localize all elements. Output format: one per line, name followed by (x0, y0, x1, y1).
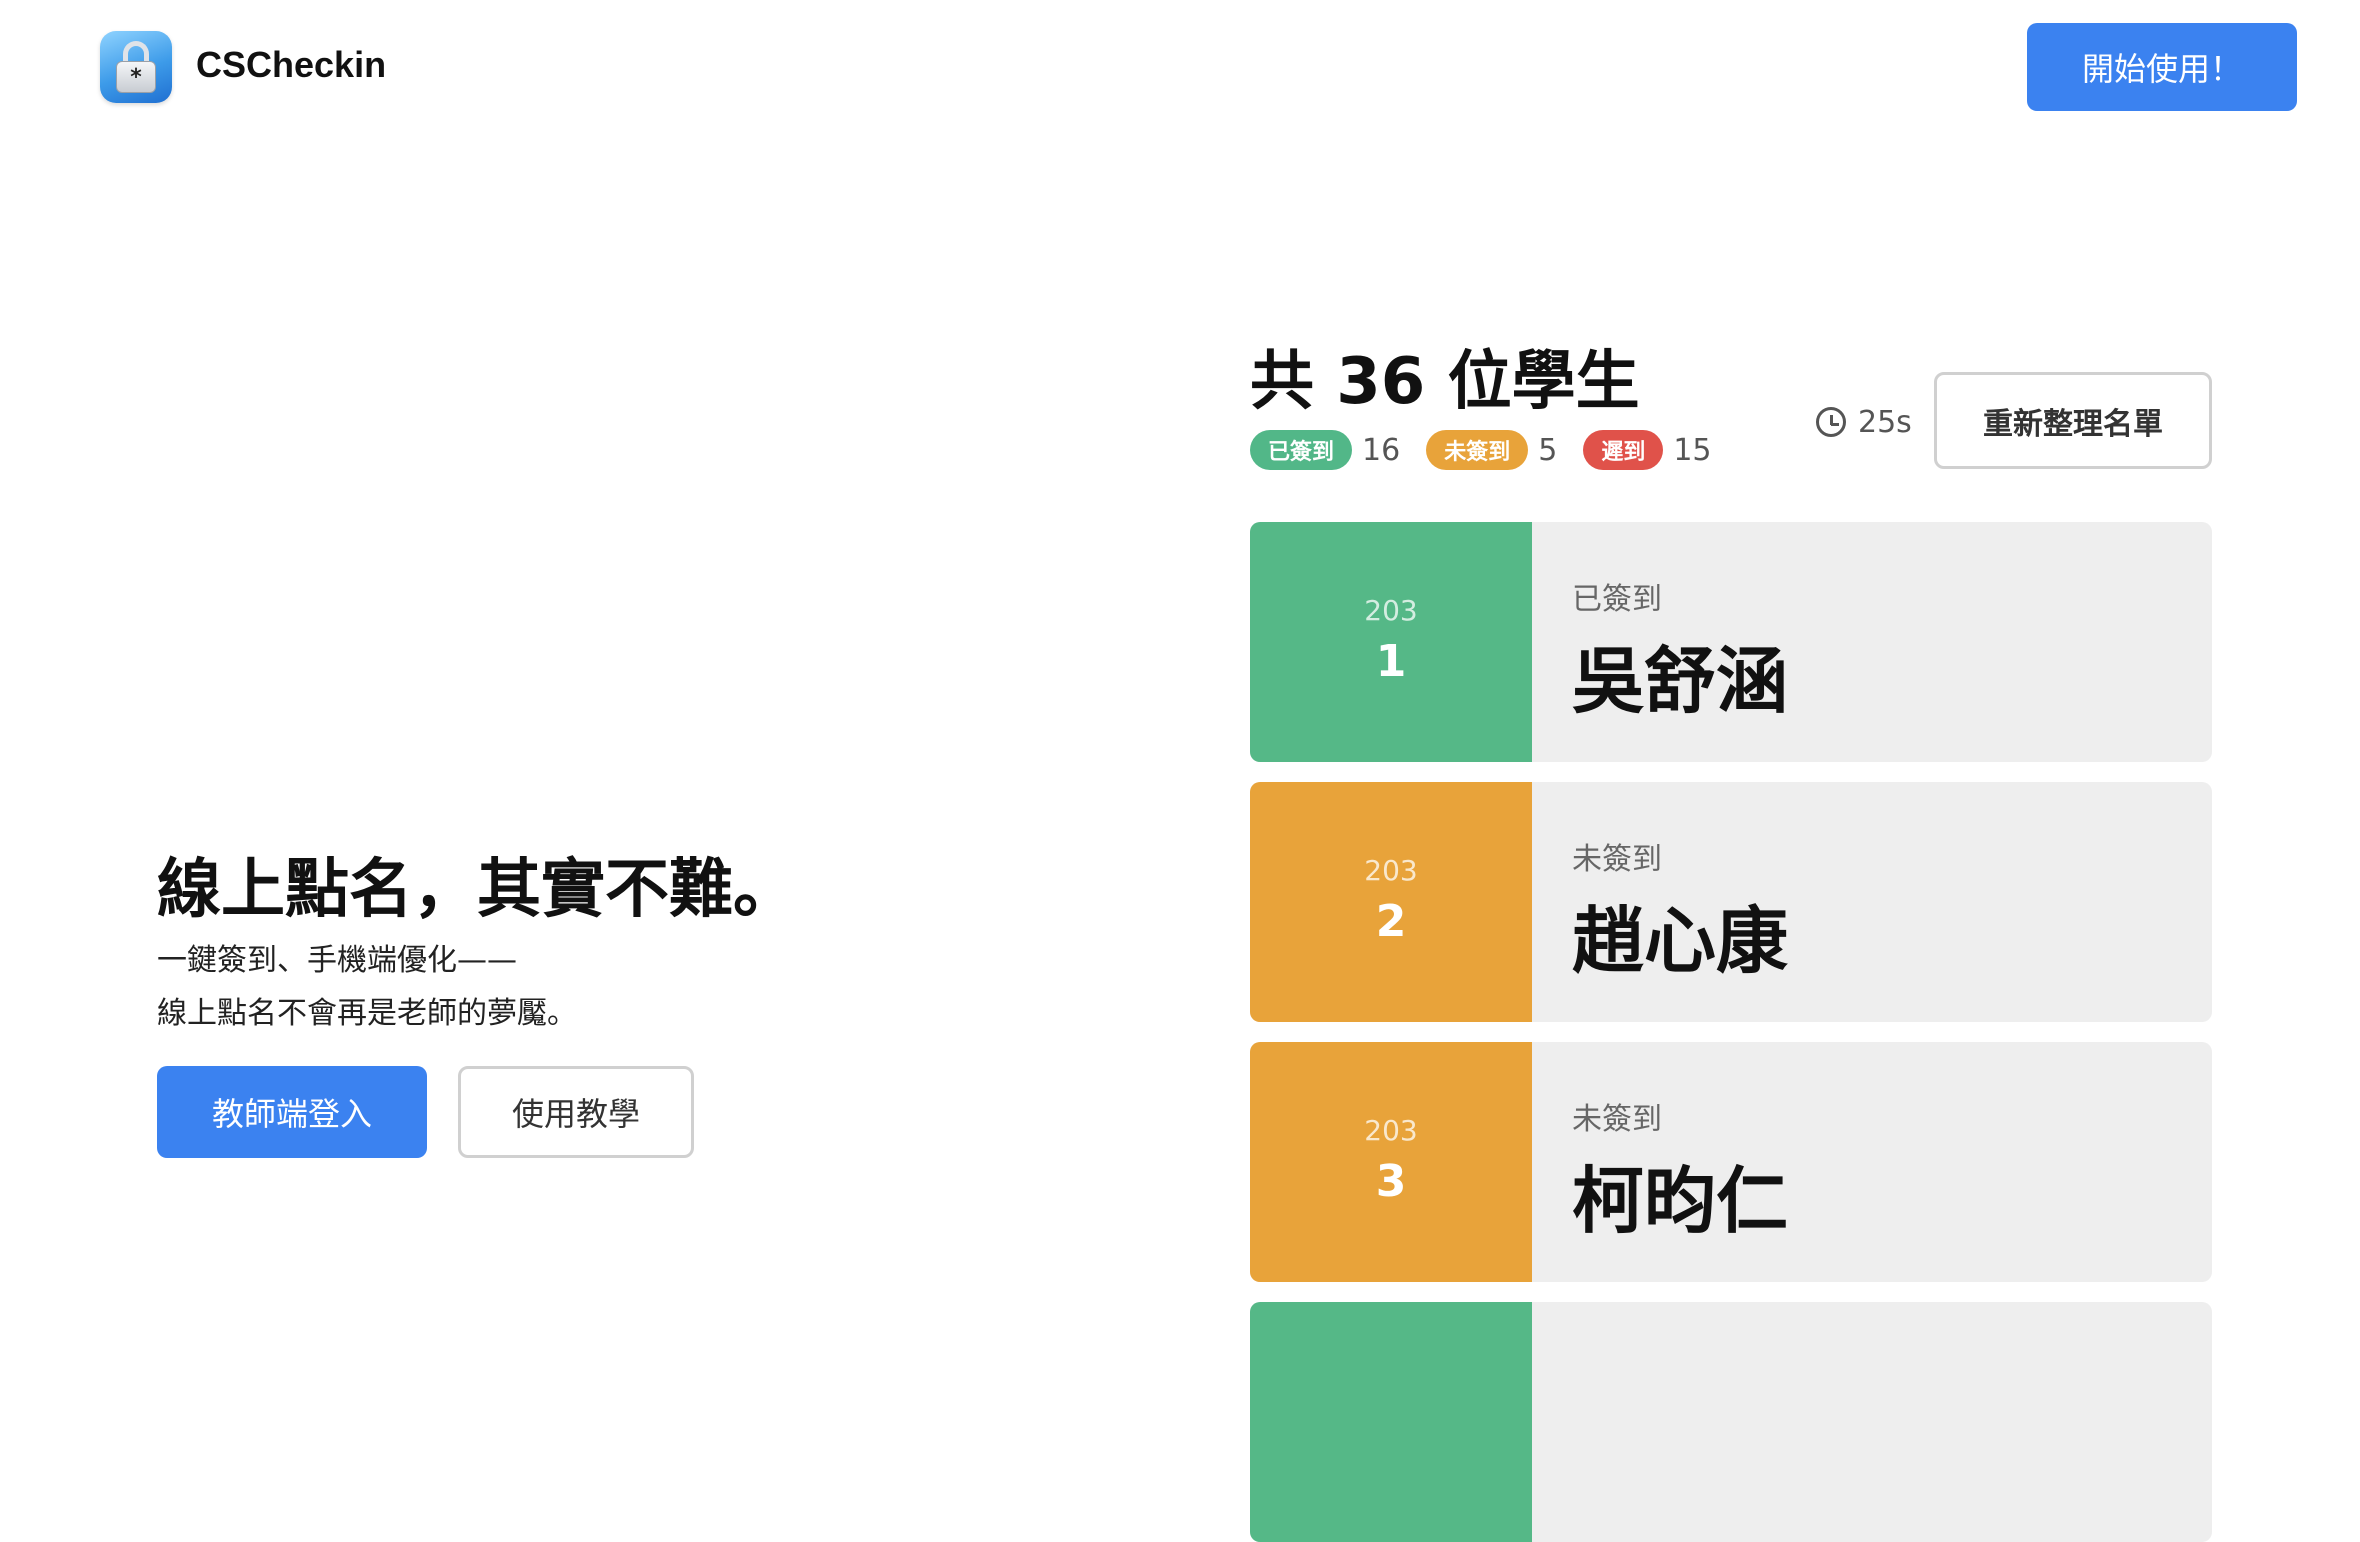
header: * CSCheckin 開始使用！ (0, 0, 2360, 130)
student-class: 203 (1364, 854, 1418, 887)
stat-late: 遲到 15 (1583, 430, 1712, 470)
student-status: 未簽到 (1572, 1102, 1662, 1137)
stat-not-checked-in: 未簽到 5 (1426, 430, 1557, 470)
student-name: 趙心康 (1572, 899, 1789, 983)
stat-checked-in: 已簽到 16 (1250, 430, 1400, 470)
late-count: 15 (1673, 432, 1712, 468)
student-status: 已簽到 (1572, 582, 1662, 617)
student-card[interactable]: 203 3 未簽到 柯昀仁 (1250, 1042, 2212, 1282)
teacher-login-button[interactable]: 教師端登入 (157, 1066, 427, 1158)
student-card[interactable] (1250, 1302, 2212, 1542)
checked-in-count: 16 (1362, 432, 1401, 468)
checked-in-badge: 已簽到 (1250, 430, 1353, 470)
student-seat-block (1250, 1302, 1532, 1542)
student-class: 203 (1364, 1114, 1418, 1147)
not-checked-in-count: 5 (1538, 432, 1558, 468)
hero-subtitle-line-1: 一鍵簽到、手機端優化—— (157, 943, 517, 978)
tutorial-button[interactable]: 使用教學 (458, 1066, 694, 1158)
student-name: 吳舒涵 (1572, 639, 1789, 723)
brand-name[interactable]: CSCheckin (196, 44, 386, 86)
refresh-list-button[interactable]: 重新整理名單 (1934, 372, 2212, 469)
student-seat-number: 2 (1375, 896, 1407, 947)
late-badge: 遲到 (1583, 430, 1664, 470)
hero-title: 線上點名，其實不難。 (157, 853, 797, 927)
student-card[interactable]: 203 1 已簽到 吳舒涵 (1250, 522, 2212, 762)
student-status: 未簽到 (1572, 842, 1662, 877)
student-class: 203 (1364, 594, 1418, 627)
timer-value: 25s (1858, 404, 1912, 440)
hero-subtitle: 一鍵簽到、手機端優化—— 線上點名不會再是老師的夢魘。 (157, 934, 577, 1040)
student-seat-number: 1 (1375, 636, 1407, 687)
student-count-title: 共 36 位學生 (1250, 345, 1640, 419)
student-seat-block: 203 1 (1250, 522, 1532, 762)
hero-subtitle-line-2: 線上點名不會再是老師的夢魘。 (157, 996, 577, 1031)
lock-body: * (116, 61, 156, 93)
student-seat-block: 203 2 (1250, 782, 1532, 1022)
refresh-timer: 25s (1816, 400, 1912, 444)
alarm-clock-icon (1816, 407, 1846, 437)
status-summary: 已簽到 16 未簽到 5 遲到 15 (1250, 428, 1738, 472)
student-name: 柯昀仁 (1572, 1159, 1789, 1243)
student-card[interactable]: 203 2 未簽到 趙心康 (1250, 782, 2212, 1022)
padlock-icon[interactable]: * (100, 31, 172, 103)
student-seat-block: 203 3 (1250, 1042, 1532, 1282)
not-checked-in-badge: 未簽到 (1426, 430, 1529, 470)
student-seat-number: 3 (1375, 1156, 1407, 1207)
start-button[interactable]: 開始使用！ (2027, 23, 2297, 111)
